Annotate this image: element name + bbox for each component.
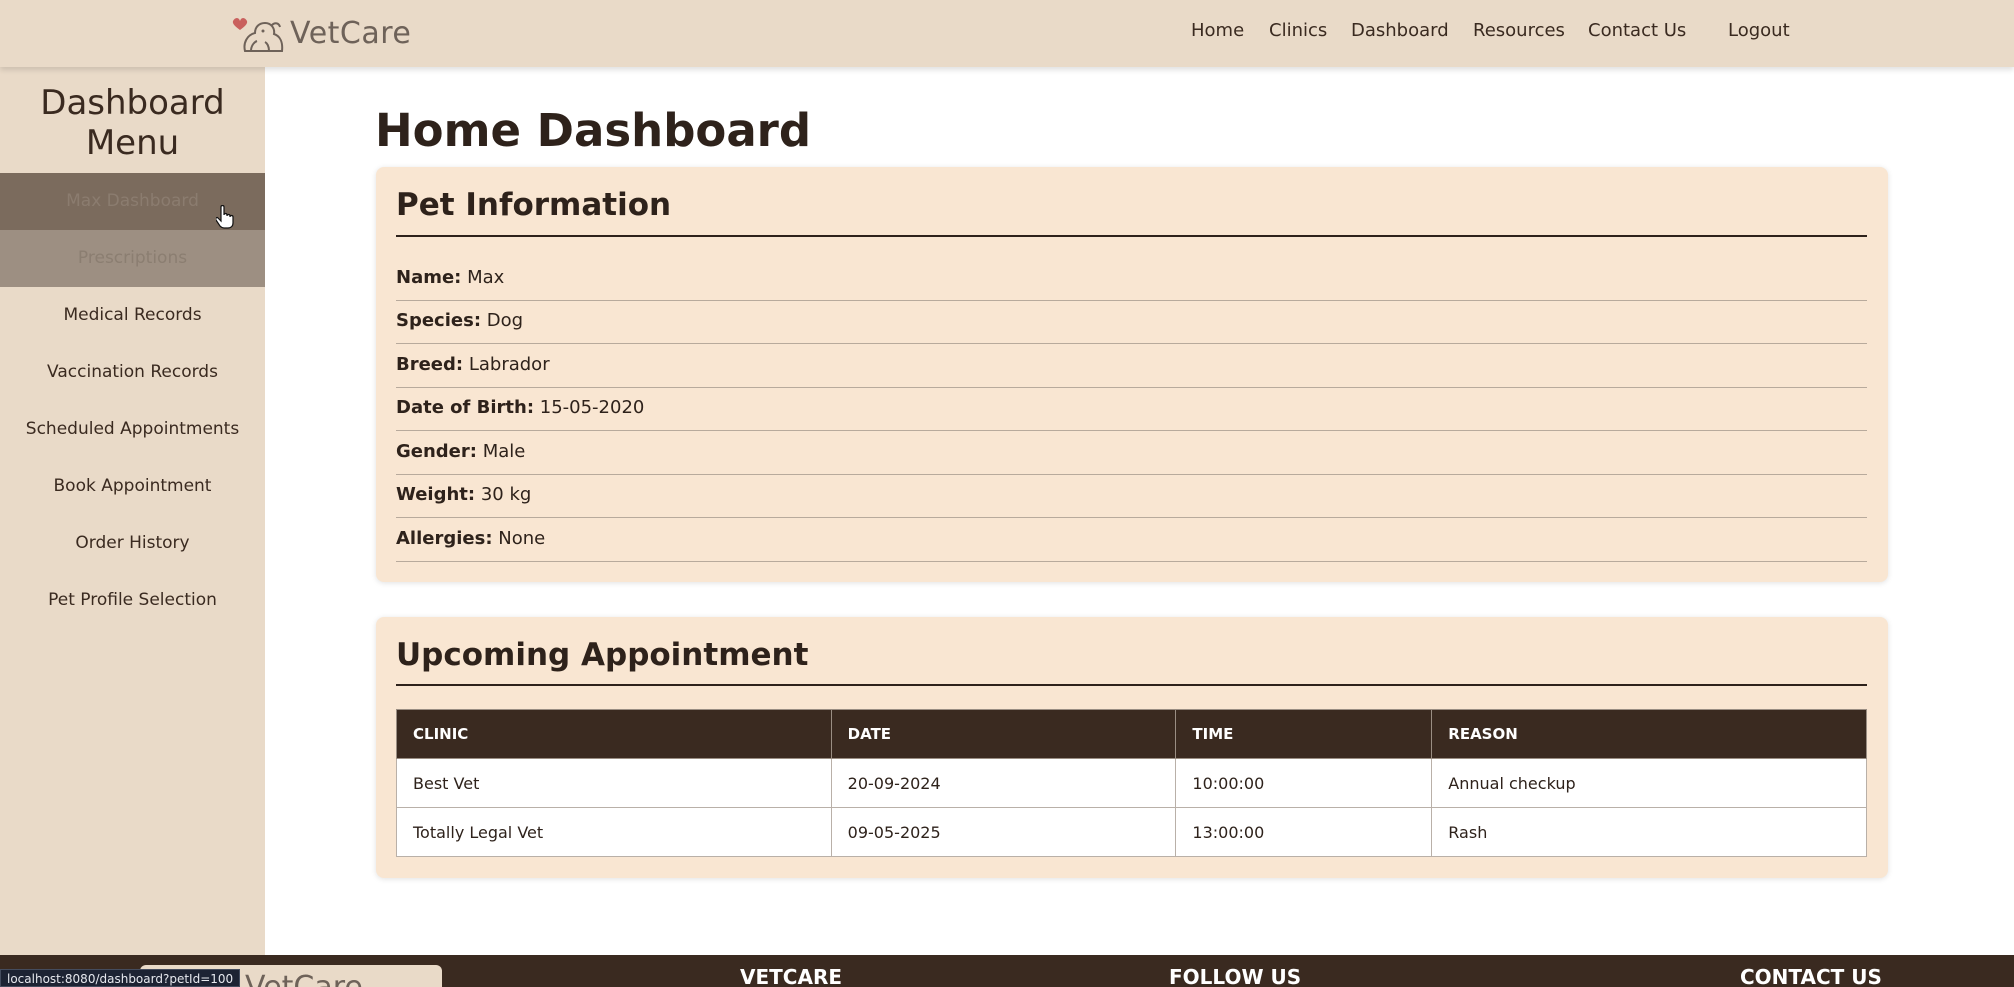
upcoming-appointment-card: Upcoming Appointment CLINIC DATE TIME RE…: [376, 617, 1888, 878]
sidebar-title-line1: Dashboard: [40, 83, 225, 123]
sidebar-item-medical-records[interactable]: Medical Records: [0, 287, 265, 344]
footer: VetCare VETCARE FOLLOW US CONTACT US: [0, 955, 2014, 987]
info-label: Name:: [396, 267, 462, 288]
sidebar-item-prescriptions[interactable]: Prescriptions: [0, 230, 265, 287]
table-row: Best Vet 20-09-2024 10:00:00 Annual chec…: [396, 758, 1867, 808]
info-label: Weight:: [396, 484, 476, 505]
pet-information-heading: Pet Information: [396, 187, 672, 223]
info-value: Labrador: [468, 354, 550, 375]
sidebar-title-line2: Menu: [85, 123, 180, 163]
cell-clinic: Best Vet: [396, 758, 832, 808]
sidebar-item-book-appointment[interactable]: Book Appointment: [0, 458, 265, 515]
sidebar-title: Dashboard Menu: [0, 83, 265, 163]
dashboard-sidebar: Dashboard Menu Max Dashboard Prescriptio…: [0, 67, 265, 955]
page-title: Home Dashboard: [375, 104, 812, 157]
cell-reason: Annual checkup: [1431, 758, 1867, 808]
brand-name: VetCare: [290, 15, 412, 51]
footer-logo-text: VetCare: [245, 973, 363, 987]
info-label: Allergies:: [396, 528, 493, 549]
info-label: Species:: [396, 310, 482, 331]
section-divider: [396, 235, 1867, 237]
nav-resources[interactable]: Resources: [1473, 20, 1565, 41]
sidebar-item-scheduled-appointments[interactable]: Scheduled Appointments: [0, 401, 265, 458]
nav-logout[interactable]: Logout: [1728, 20, 1790, 41]
cell-date: 20-09-2024: [830, 758, 1177, 808]
appointments-table: CLINIC DATE TIME REASON Best Vet 20-09-2…: [396, 709, 1867, 857]
sidebar-item-order-history[interactable]: Order History: [0, 515, 265, 572]
cell-time: 10:00:00: [1175, 758, 1433, 808]
hand-pointer-icon: [216, 205, 234, 229]
info-row-allergies: Allergies: None: [396, 519, 1867, 562]
info-row-species: Species: Dog: [396, 301, 1867, 344]
dog-cat-heart-icon: [232, 18, 284, 52]
column-header-date: DATE: [830, 709, 1177, 759]
footer-heading-vetcare: VETCARE: [740, 965, 843, 987]
info-value: 30 kg: [480, 484, 532, 505]
pet-information-card: Pet Information Name: Max Species: Dog B…: [376, 167, 1888, 582]
info-value: 15-05-2020: [539, 397, 645, 418]
column-header-time: TIME: [1175, 709, 1433, 759]
info-label: Breed:: [396, 354, 464, 375]
upcoming-appointment-heading: Upcoming Appointment: [396, 637, 809, 673]
section-divider: [396, 684, 1867, 686]
column-header-clinic: CLINIC: [396, 709, 832, 759]
info-row-breed: Breed: Labrador: [396, 345, 1867, 388]
cell-date: 09-05-2025: [830, 807, 1177, 857]
info-value: Male: [482, 441, 526, 462]
nav-home[interactable]: Home: [1191, 20, 1244, 41]
nav-dashboard[interactable]: Dashboard: [1351, 20, 1449, 41]
info-value: Dog: [486, 310, 524, 331]
table-header-row: CLINIC DATE TIME REASON: [396, 709, 1867, 759]
status-bar-url: localhost:8080/dashboard?petId=100: [0, 969, 241, 987]
cell-clinic: Totally Legal Vet: [396, 807, 832, 857]
cell-reason: Rash: [1431, 807, 1867, 857]
info-row-name: Name: Max: [396, 258, 1867, 301]
sidebar-item-pet-profile-selection[interactable]: Pet Profile Selection: [0, 572, 265, 629]
table-row: Totally Legal Vet 09-05-2025 13:00:00 Ra…: [396, 807, 1867, 857]
nav-clinics[interactable]: Clinics: [1269, 20, 1327, 41]
info-row-date-of-birth: Date of Birth: 15-05-2020: [396, 388, 1867, 431]
info-value: Max: [467, 267, 505, 288]
brand-logo[interactable]: VetCare: [227, 10, 411, 56]
info-label: Gender:: [396, 441, 477, 462]
cell-time: 13:00:00: [1175, 807, 1433, 857]
top-navbar: VetCare Home Clinics Dashboard Resources…: [0, 0, 2014, 67]
footer-heading-contact-us: CONTACT US: [1740, 965, 1882, 987]
info-label: Date of Birth:: [396, 397, 535, 418]
footer-heading-follow-us: FOLLOW US: [1169, 965, 1302, 987]
info-row-weight: Weight: 30 kg: [396, 475, 1867, 518]
column-header-reason: REASON: [1431, 709, 1867, 759]
nav-contact-us[interactable]: Contact Us: [1588, 20, 1686, 41]
sidebar-item-vaccination-records[interactable]: Vaccination Records: [0, 344, 265, 401]
info-row-gender: Gender: Male: [396, 432, 1867, 475]
info-value: None: [498, 528, 546, 549]
